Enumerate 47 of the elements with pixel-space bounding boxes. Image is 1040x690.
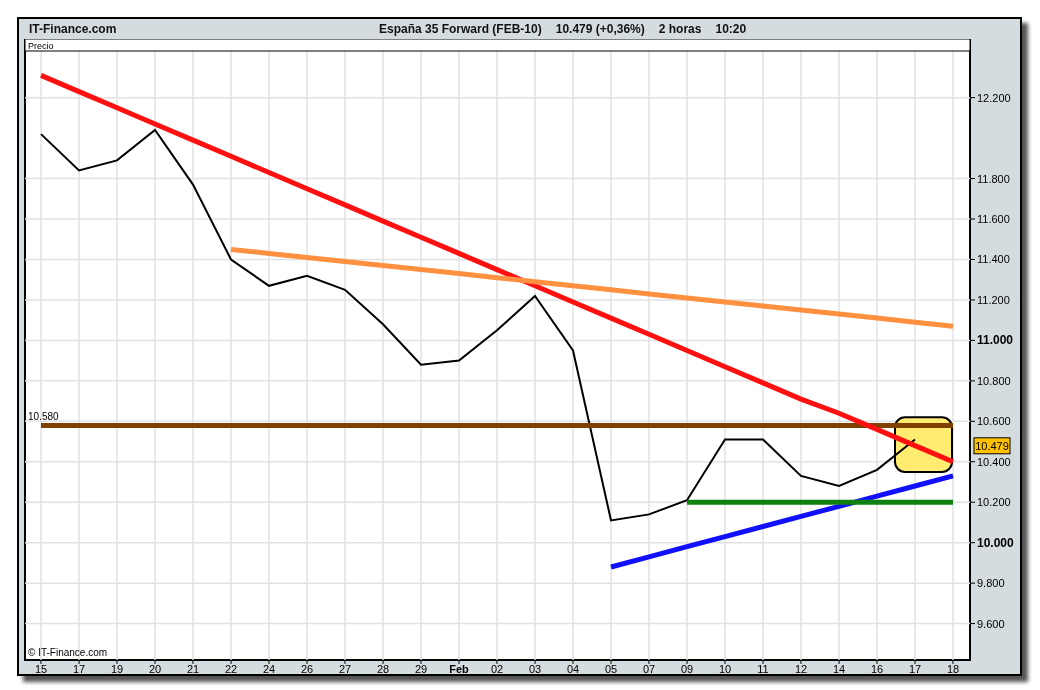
interval-text: 2 horas	[658, 22, 702, 36]
site-name: IT-Finance.com	[29, 22, 118, 36]
y-axis-label: 11.400	[977, 253, 1010, 266]
time-text: 10:20	[715, 22, 747, 36]
y-axis-label: 10.200	[977, 496, 1011, 509]
x-axis-label: 20	[148, 663, 162, 674]
x-axis-label: Feb	[449, 663, 469, 674]
x-axis-label: 12	[794, 663, 808, 674]
instrument-title: España 35 Forward (FEB-10)	[379, 22, 542, 36]
x-axis-label: 02	[490, 663, 504, 674]
x-axis-label: 14	[832, 663, 846, 674]
x-axis-label: 16	[870, 663, 884, 674]
x-axis-label: 17	[908, 663, 922, 674]
x-axis-label: 04	[566, 663, 580, 674]
x-axis-label: 29	[414, 663, 428, 674]
x-axis-label: 03	[528, 663, 542, 674]
y-axis-label: 10.000	[977, 535, 1014, 550]
x-axis-label: 22	[224, 663, 238, 674]
y-axis-label: 9.600	[977, 617, 1005, 630]
x-axis-label: 18	[946, 663, 960, 674]
y-axis-label: 11.800	[977, 172, 1010, 185]
x-axis-label: 09	[680, 663, 694, 674]
y-axis-label: 10.400	[977, 455, 1011, 468]
x-axis-label: 11	[757, 663, 769, 674]
x-axis-label: 05	[604, 663, 618, 674]
x-axis-label: 17	[72, 663, 86, 674]
y-axis-label: 10.800	[977, 374, 1011, 387]
level-label: 10.580	[28, 411, 59, 423]
x-axis-label: 10	[718, 663, 732, 674]
price-badge: 10.479	[973, 437, 1011, 455]
quote-text: 10.479 (+0,36%)	[555, 22, 645, 36]
y-axis-label: 11.200	[977, 293, 1010, 306]
x-axis-label: 24	[262, 663, 276, 674]
y-axis-label: 9.800	[977, 577, 1005, 590]
x-axis-label: 27	[338, 663, 352, 674]
x-axis-label: 19	[110, 663, 124, 674]
y-axis-label: 11.600	[977, 213, 1010, 226]
x-axis-label: 21	[186, 663, 200, 674]
panel-label: Precio	[28, 41, 54, 51]
y-axis-label: 11.000	[977, 333, 1014, 348]
y-axis-label: 10.600	[977, 415, 1011, 428]
x-axis-label: 15	[34, 663, 48, 674]
x-axis-label: 26	[300, 663, 314, 674]
x-axis-label: 07	[642, 663, 656, 674]
y-axis-label: 12.200	[977, 91, 1011, 104]
copyright-text: © IT-Finance.com	[28, 647, 108, 658]
x-axis-label: 28	[376, 663, 390, 674]
